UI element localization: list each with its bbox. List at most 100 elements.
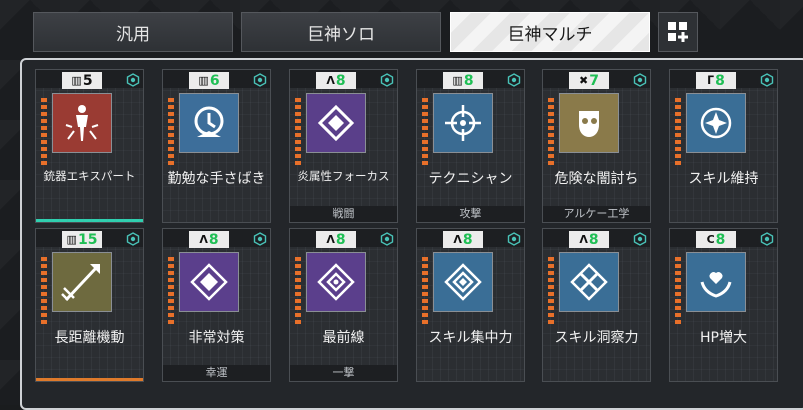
- a-icon: Λ: [579, 233, 587, 246]
- skill-art: [433, 93, 493, 153]
- a-icon: Λ: [326, 233, 334, 246]
- skill-art: [306, 252, 366, 312]
- level-number: 8: [335, 72, 346, 89]
- level-number: 8: [588, 231, 599, 248]
- skill-name: 銃器エキスパート: [43, 169, 136, 183]
- m-icon: ▥: [71, 74, 81, 87]
- c-icon: C: [706, 233, 715, 246]
- skill-art: [179, 252, 239, 312]
- skill-name: 長距離機動: [54, 330, 125, 346]
- level-ticks: [548, 257, 554, 324]
- level-badge: ▥ 8: [443, 72, 483, 89]
- hexagon-icon: [380, 232, 394, 246]
- level-number: 8: [462, 231, 473, 248]
- m-icon: ▥: [198, 74, 208, 87]
- skill-card[interactable]: ✖ 7 危険な闇討ち アルケー工学: [542, 69, 651, 223]
- skill-art: [52, 252, 112, 312]
- level-number: 7: [589, 72, 599, 89]
- skill-name: 勤勉な手さばき: [167, 171, 266, 187]
- level-number: 5: [82, 72, 93, 89]
- skill-art: [686, 252, 746, 312]
- level-number: 8: [715, 231, 726, 248]
- skill-category: 攻撃: [417, 206, 524, 222]
- level-number: 8: [715, 72, 725, 89]
- level-ticks: [422, 98, 428, 165]
- hexagon-icon: [507, 73, 521, 87]
- skill-name: スキル維持: [688, 171, 759, 187]
- skill-card[interactable]: C 8 HP増大: [669, 228, 778, 382]
- skill-art: [559, 252, 619, 312]
- a-icon: Λ: [199, 233, 207, 246]
- level-ticks: [168, 98, 174, 165]
- level-badge: ▥ 5: [62, 72, 102, 89]
- hexagon-icon: [760, 73, 774, 87]
- skill-art: [686, 93, 746, 153]
- level-number: 6: [209, 72, 220, 89]
- skill-art: [52, 93, 112, 153]
- skill-card[interactable]: ▥ 15 長距離機動: [35, 228, 144, 382]
- level-number: 15: [77, 231, 98, 248]
- tab-titan-multi[interactable]: 巨神マルチ: [450, 12, 650, 52]
- level-badge: C 8: [696, 231, 736, 248]
- level-ticks: [41, 257, 47, 324]
- level-ticks: [548, 98, 554, 165]
- skill-name: テクニシャン: [428, 171, 513, 187]
- tab-titan-solo[interactable]: 巨神ソロ: [241, 12, 441, 52]
- skill-name: スキル洞察力: [554, 330, 639, 346]
- skill-category: アルケー工学: [543, 206, 650, 222]
- x-icon: ✖: [579, 74, 588, 87]
- skill-art: [179, 93, 239, 153]
- level-ticks: [422, 257, 428, 324]
- r-icon: ᒥ: [707, 74, 714, 87]
- skill-card[interactable]: Λ 8 スキル集中力: [416, 228, 525, 382]
- level-ticks: [675, 257, 681, 324]
- skill-card[interactable]: ᒥ 8 スキル維持: [669, 69, 778, 223]
- skill-card[interactable]: ▥ 6 勤勉な手さばき: [162, 69, 271, 223]
- skill-name: 危険な闇討ち: [554, 171, 639, 187]
- skill-category: 一撃: [290, 365, 397, 381]
- m-icon: ▥: [66, 233, 77, 246]
- skill-card[interactable]: Λ 8 スキル洞察力: [542, 228, 651, 382]
- level-badge: ✖ 7: [569, 72, 609, 89]
- skill-card[interactable]: Λ 8 非常対策 幸運: [162, 228, 271, 382]
- skill-name: スキル集中力: [428, 330, 513, 346]
- level-badge: Λ 8: [316, 231, 356, 248]
- skill-art: [433, 252, 493, 312]
- skill-name: 非常対策: [188, 330, 245, 346]
- skill-art: [306, 93, 366, 153]
- hexagon-icon: [760, 232, 774, 246]
- hexagon-icon: [126, 73, 140, 87]
- hexagon-icon: [253, 73, 267, 87]
- tab-general[interactable]: 汎用: [33, 12, 233, 52]
- level-ticks: [295, 98, 301, 165]
- hexagon-icon: [253, 232, 267, 246]
- hexagon-icon: [633, 232, 647, 246]
- skill-name: HP増大: [700, 330, 747, 346]
- m-icon: ▥: [452, 74, 462, 87]
- level-badge: ▥ 6: [189, 72, 229, 89]
- skill-category: 幸運: [163, 365, 270, 381]
- level-badge: Λ 8: [189, 231, 229, 248]
- skill-art: [559, 93, 619, 153]
- level-badge: Λ 8: [443, 231, 483, 248]
- hexagon-icon: [633, 73, 647, 87]
- level-badge: Λ 8: [569, 231, 609, 248]
- skill-card[interactable]: ▥ 5 銃器エキスパート: [35, 69, 144, 223]
- hexagon-icon: [126, 232, 140, 246]
- skill-card[interactable]: ▥ 8 テクニシャン 攻撃: [416, 69, 525, 223]
- skill-card[interactable]: Λ 8 最前線 一撃: [289, 228, 398, 382]
- level-number: 8: [208, 231, 219, 248]
- level-ticks: [675, 98, 681, 165]
- skill-category: 戦闘: [290, 206, 397, 222]
- level-number: 8: [463, 72, 474, 89]
- a-icon: Λ: [326, 74, 334, 87]
- level-ticks: [295, 257, 301, 324]
- grid-add-button[interactable]: [658, 12, 698, 52]
- level-number: 8: [335, 231, 346, 248]
- skill-name: 炎属性フォーカス: [297, 169, 390, 183]
- level-ticks: [41, 98, 47, 165]
- grid-add-icon: [668, 22, 688, 42]
- skill-card[interactable]: Λ 8 炎属性フォーカス 戦闘: [289, 69, 398, 223]
- level-badge: ▥ 15: [62, 231, 102, 248]
- skill-name: 最前線: [322, 330, 365, 346]
